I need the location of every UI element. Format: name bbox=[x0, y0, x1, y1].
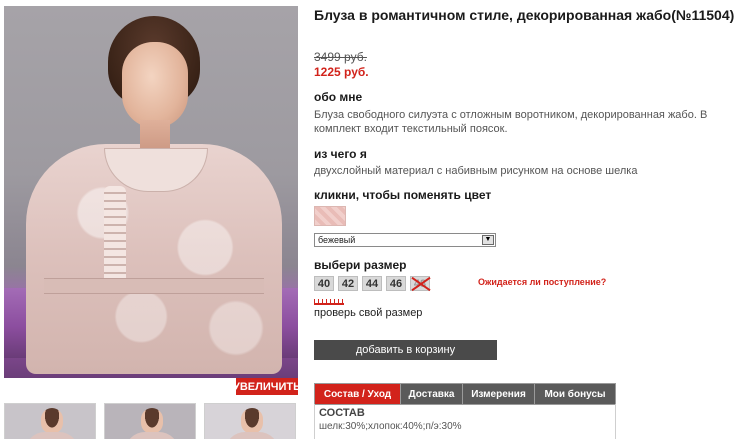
sale-price: 1225 руб. bbox=[314, 65, 369, 79]
size-option[interactable]: 40 bbox=[314, 276, 334, 291]
color-select-value: бежевый bbox=[318, 235, 356, 245]
about-text: Блуза свободного силуэта с отложным воро… bbox=[314, 109, 708, 135]
material-text: двухслойный материал с набивным рисунком… bbox=[314, 165, 638, 177]
tab-composition-care[interactable]: Состав / Уход bbox=[315, 384, 401, 404]
info-tabs: Состав / Уход Доставка Измерения Мои бон… bbox=[314, 383, 616, 405]
chevron-down-icon: ▼ bbox=[482, 235, 494, 245]
check-size-link[interactable]: проверь свой размер bbox=[314, 307, 422, 319]
thumbnail-strip bbox=[4, 403, 296, 439]
photo-blouse-jabot bbox=[104, 186, 126, 286]
size-options: 40 42 44 46 48 bbox=[314, 276, 430, 291]
panel-title: СОСТАВ bbox=[319, 407, 365, 419]
product-photo[interactable] bbox=[4, 6, 298, 378]
about-heading: обо мне bbox=[314, 90, 363, 104]
zoom-button[interactable]: УВЕЛИЧИТЬ bbox=[233, 378, 301, 395]
color-heading: кликни, чтобы поменять цвет bbox=[314, 188, 492, 202]
tab-panel-composition: СОСТАВ шелк:30%;хлопок:40%;п/э:30% bbox=[314, 404, 616, 439]
thumbnail-model-body bbox=[25, 432, 79, 439]
panel-text: шелк:30%;хлопок:40%;п/э:30% bbox=[319, 421, 462, 432]
thumbnail-model-body bbox=[125, 432, 179, 439]
thumbnail-image[interactable] bbox=[4, 403, 96, 439]
old-price: 3499 руб. bbox=[314, 50, 367, 64]
tab-bonuses[interactable]: Мои бонусы bbox=[535, 384, 615, 404]
size-option-unavailable: 48 bbox=[410, 276, 430, 291]
color-select[interactable]: бежевый ▼ bbox=[314, 233, 496, 247]
size-option[interactable]: 44 bbox=[362, 276, 382, 291]
add-to-cart-button[interactable]: добавить в корзину bbox=[314, 340, 497, 360]
thumbnail-model-head bbox=[141, 408, 163, 434]
color-swatch[interactable] bbox=[314, 206, 346, 226]
tab-measurements[interactable]: Измерения bbox=[463, 384, 535, 404]
tab-delivery[interactable]: Доставка bbox=[401, 384, 463, 404]
ruler-icon bbox=[314, 299, 344, 305]
photo-blouse-belt bbox=[44, 278, 264, 294]
photo-model-face bbox=[122, 42, 188, 128]
thumbnail-model-head bbox=[41, 408, 63, 434]
size-option[interactable]: 46 bbox=[386, 276, 406, 291]
thumbnail-model-head bbox=[241, 408, 263, 434]
awaiting-stock-link[interactable]: Ожидается ли поступление? bbox=[478, 277, 606, 287]
product-title: Блуза в романтичном стиле, декорированна… bbox=[314, 7, 735, 23]
thumbnail-model-body bbox=[225, 432, 279, 439]
material-heading: из чего я bbox=[314, 147, 367, 161]
thumbnail-image[interactable] bbox=[104, 403, 196, 439]
size-heading: выбери размер bbox=[314, 258, 407, 272]
size-option[interactable]: 42 bbox=[338, 276, 358, 291]
thumbnail-image[interactable] bbox=[204, 403, 296, 439]
